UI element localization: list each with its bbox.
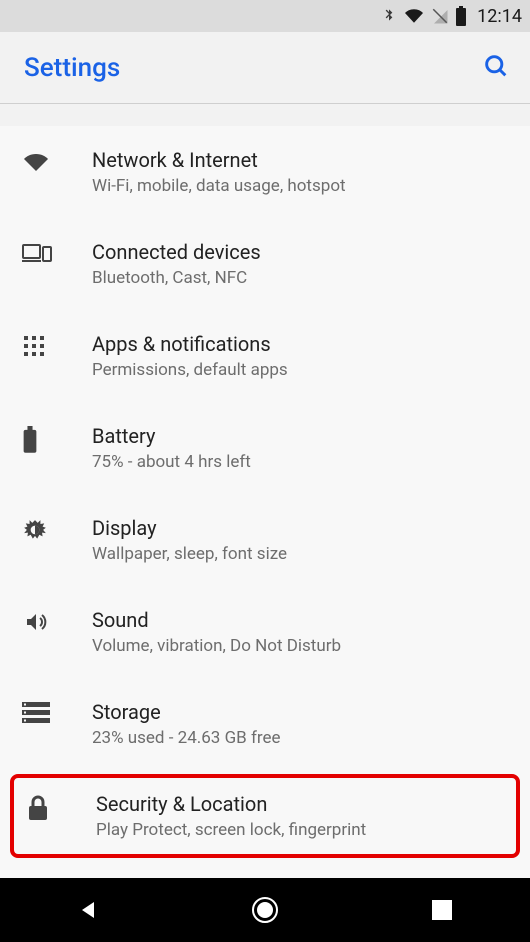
page-title: Settings — [24, 53, 120, 83]
battery-icon — [455, 6, 467, 26]
status-time: 12:14 — [477, 6, 522, 27]
app-bar: Settings — [0, 32, 530, 104]
settings-list: Network & Internet Wi-Fi, mobile, data u… — [0, 126, 530, 878]
devices-icon — [22, 240, 92, 264]
display-icon — [22, 516, 92, 544]
settings-item-sound[interactable]: Sound Volume, vibration, Do Not Disturb — [0, 586, 530, 678]
settings-item-battery[interactable]: Battery 75% - about 4 hrs left — [0, 402, 530, 494]
sound-icon — [22, 608, 92, 634]
item-title: Storage — [92, 700, 510, 724]
item-title: Battery — [92, 424, 510, 448]
item-title: Connected devices — [92, 240, 510, 264]
item-subtitle: Wallpaper, sleep, font size — [92, 544, 510, 564]
navigation-bar — [0, 878, 530, 942]
wifi-icon — [22, 148, 92, 174]
item-subtitle: Wi-Fi, mobile, data usage, hotspot — [92, 176, 510, 196]
settings-item-display[interactable]: Display Wallpaper, sleep, font size — [0, 494, 530, 586]
item-title: Network & Internet — [92, 148, 510, 172]
battery-icon — [22, 424, 92, 454]
settings-item-network[interactable]: Network & Internet Wi-Fi, mobile, data u… — [0, 126, 530, 218]
spacer — [0, 104, 530, 126]
settings-item-apps[interactable]: Apps & notifications Permissions, defaul… — [0, 310, 530, 402]
item-title: Sound — [92, 608, 510, 632]
item-title: Display — [92, 516, 510, 540]
wifi-icon — [403, 7, 425, 25]
no-sim-icon — [431, 6, 449, 26]
item-subtitle: 23% used - 24.63 GB free — [92, 728, 510, 748]
item-subtitle: Bluetooth, Cast, NFC — [92, 268, 510, 288]
bluetooth-icon — [381, 6, 397, 26]
item-subtitle: Play Protect, screen lock, fingerprint — [96, 820, 506, 840]
settings-item-storage[interactable]: Storage 23% used - 24.63 GB free — [0, 678, 530, 770]
item-subtitle: Permissions, default apps — [92, 360, 510, 380]
search-button[interactable] — [482, 52, 510, 84]
home-button[interactable] — [225, 878, 305, 942]
back-button[interactable] — [48, 878, 128, 942]
apps-icon — [22, 332, 92, 358]
item-subtitle: Volume, vibration, Do Not Disturb — [92, 636, 510, 656]
storage-icon — [22, 700, 92, 724]
recents-button[interactable] — [402, 878, 482, 942]
settings-item-connected-devices[interactable]: Connected devices Bluetooth, Cast, NFC — [0, 218, 530, 310]
item-subtitle: 75% - about 4 hrs left — [92, 452, 510, 472]
item-title: Apps & notifications — [92, 332, 510, 356]
lock-icon — [26, 792, 96, 822]
settings-item-security-location[interactable]: Security & Location Play Protect, screen… — [10, 774, 520, 858]
status-bar: 12:14 — [0, 0, 530, 32]
item-title: Security & Location — [96, 792, 506, 816]
